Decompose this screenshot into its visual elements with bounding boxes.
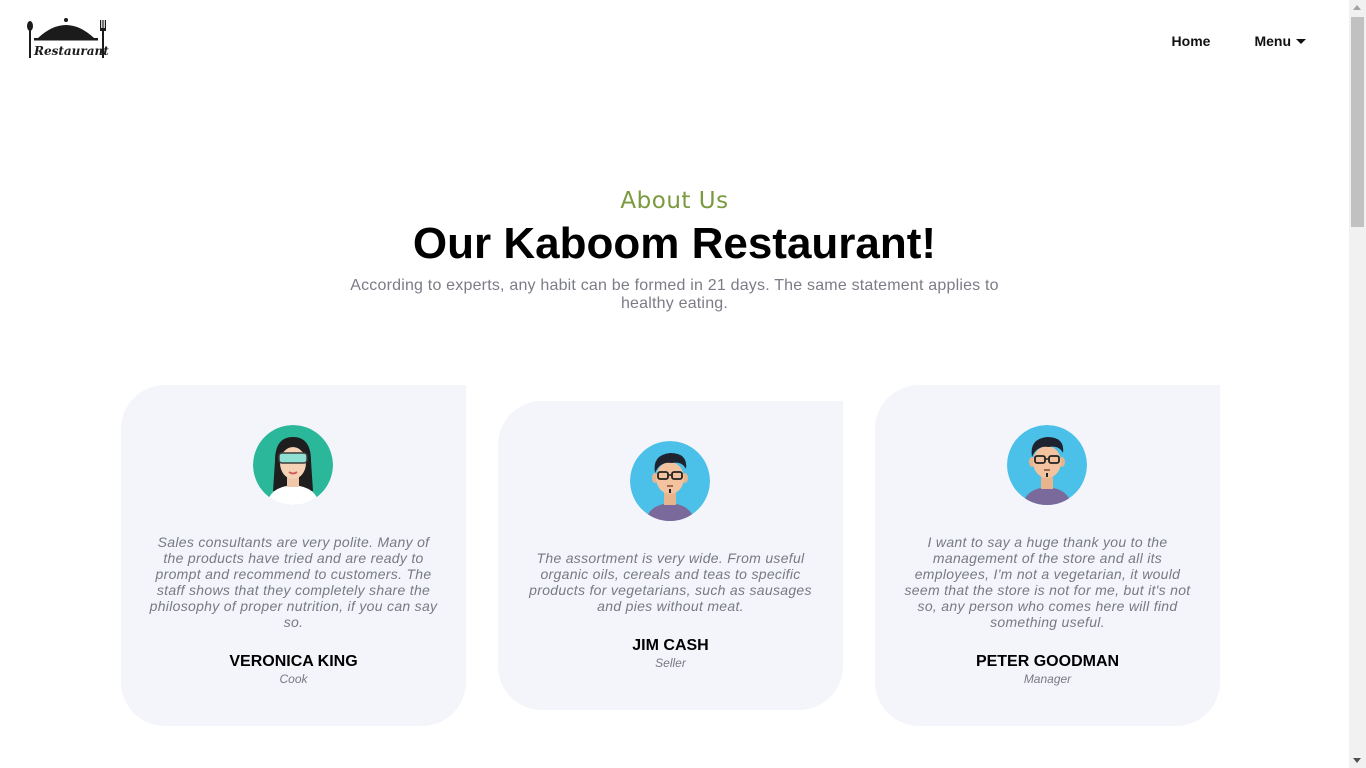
main-nav: Home Menu — [1172, 33, 1306, 49]
nav-home-link[interactable]: Home — [1172, 33, 1211, 49]
testimonial-card: I want to say a huge thank you to the ma… — [875, 385, 1220, 726]
scroll-down-icon[interactable] — [1353, 758, 1361, 763]
testimonial-card: Sales consultants are very polite. Many … — [121, 385, 466, 726]
nav-menu-label: Menu — [1254, 33, 1291, 49]
testimonial-role: Seller — [655, 656, 686, 670]
logo-text: Restaurant — [34, 44, 109, 58]
testimonial-quote: The assortment is very wide. From useful… — [529, 550, 812, 614]
caret-down-icon — [1296, 39, 1306, 44]
testimonial-quote: Sales consultants are very polite. Many … — [149, 534, 438, 630]
testimonial-name: PETER GOODMAN — [975, 653, 1120, 670]
testimonial-quote: I want to say a huge thank you to the ma… — [904, 534, 1191, 630]
page-subtitle: According to experts, any habit can be f… — [350, 277, 999, 312]
testimonial-card: The assortment is very wide. From useful… — [498, 401, 843, 710]
nav-menu-dropdown[interactable]: Menu — [1254, 33, 1306, 49]
page-scrollbar[interactable] — [1349, 0, 1366, 768]
man-with-glasses-avatar — [1007, 425, 1087, 505]
testimonial-role: Cook — [279, 672, 308, 686]
woman-with-vr-goggles-avatar — [253, 425, 333, 505]
man-with-glasses-avatar — [630, 441, 710, 521]
nav-home-label: Home — [1171, 33, 1211, 49]
scroll-up-icon[interactable] — [1353, 5, 1361, 10]
scrollbar-thumb[interactable] — [1351, 17, 1364, 227]
section-eyebrow: About Us — [620, 188, 729, 214]
testimonial-role: Manager — [1023, 672, 1072, 686]
testimonial-name: VERONICA KING — [229, 653, 358, 670]
page-title: Our Kaboom Restaurant! — [412, 219, 937, 268]
testimonial-name: JIM CASH — [632, 637, 709, 654]
restaurant-logo[interactable]: Restaurant — [24, 16, 110, 62]
